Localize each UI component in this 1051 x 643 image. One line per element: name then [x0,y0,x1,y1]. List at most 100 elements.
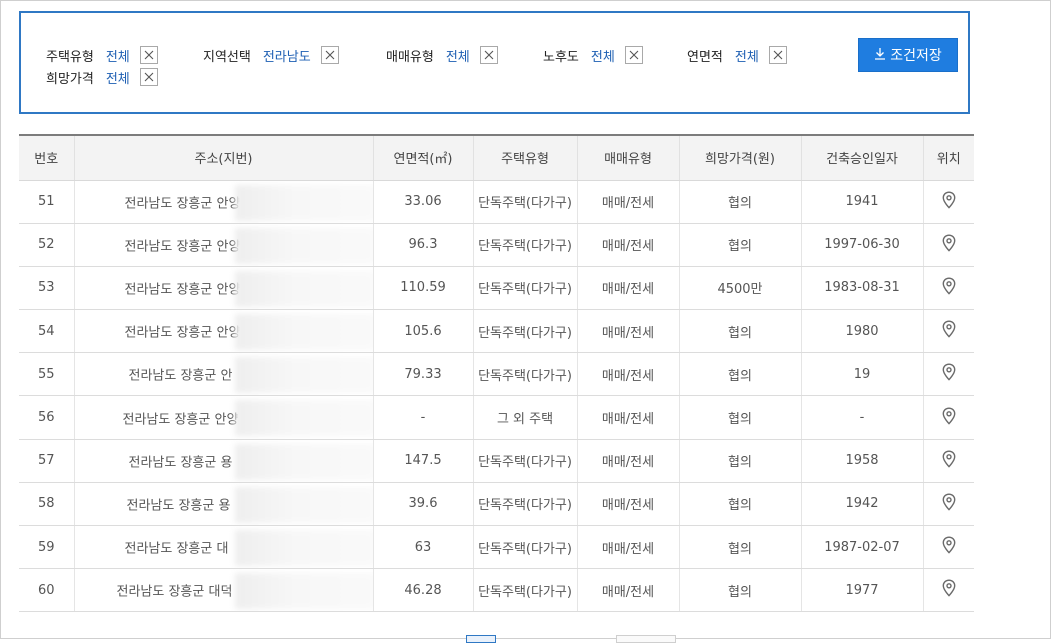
cell-house-type: 단독주택(다가구) [472,568,577,613]
cell-address: 전라남도 장흥군 대 [73,525,373,570]
redacted-address-blur [234,443,373,480]
cell-house-type: 단독주택(다가구) [472,180,577,224]
cell-house-type: 단독주택(다가구) [472,352,577,397]
cell-approval-date: 19 [800,352,923,397]
cell-approval-date: 1941 [800,180,923,224]
column-header-trade-type: 매매유형 [576,134,679,181]
location-pin-icon[interactable] [942,191,956,209]
close-icon[interactable] [320,46,339,64]
close-icon[interactable] [479,46,498,64]
cell-approval-date: 1942 [800,482,923,527]
close-icon[interactable] [624,46,643,64]
table-header-row: 번호 주소(지번) 연면적(㎡) 주택유형 매매유형 희망가격(원) 건축승인일… [19,134,974,181]
cell-price: 협의 [678,223,801,267]
location-pin-icon[interactable] [942,450,956,468]
redacted-address-blur [234,184,373,221]
column-header-address: 주소(지번) [73,134,373,181]
cell-location [922,525,974,570]
cell-address: 전라남도 장흥군 안양 [73,309,373,354]
location-pin-icon[interactable] [942,234,956,252]
filter-label: 매매유형 [386,49,434,65]
cell-house-type: 단독주택(다가구) [472,223,577,267]
cell-approval-date: 1983-08-31 [800,266,923,311]
cell-approval-date: 1980 [800,309,923,354]
cell-address: 전라남도 장흥군 안양 [73,266,373,311]
cell-floor-area: 110.59 [372,266,473,311]
close-icon[interactable] [139,46,158,64]
cell-approval-date: 1997-06-30 [800,223,923,267]
cell-floor-area: 33.06 [372,180,473,224]
cell-location [922,223,974,267]
search-filter-panel: 주택유형 전체 지역선택 전라남도 매매유형 전체 노후도 전체 연면적 전체 … [19,11,970,114]
cell-address: 전라남도 장흥군 안양 [73,395,373,440]
cell-number: 60 [19,568,74,613]
close-icon[interactable] [768,46,787,64]
cell-approval-date: - [800,395,923,440]
cell-price: 4500만 [678,266,801,311]
cell-price: 협의 [678,439,801,483]
cell-trade-type: 매매/전세 [576,482,679,527]
filter-value: 전체 [445,49,470,65]
filter-chip-floor-area: 연면적 전체 [687,44,787,66]
table-row[interactable]: 52 전라남도 장흥군 안양 96.3 단독주택(다가구) 매매/전세 협의 1997-06… [19,223,974,267]
address-text: 전라남도 장흥군 안 [128,368,233,384]
location-pin-icon[interactable] [942,363,956,381]
table-row[interactable]: 55 전라남도 장흥군 안 79.33 단독주택(다가구) 매매/전세 협의 19 [19,352,974,397]
filter-label: 연면적 [687,49,723,65]
table-row[interactable]: 59 전라남도 장흥군 대 63 단독주택(다가구) 매매/전세 협의 1987-02-07 [19,525,974,570]
cell-house-type: 단독주택(다가구) [472,482,577,527]
pagination-current-page[interactable] [466,635,496,643]
address-text: 전라남도 장흥군 대 [124,541,229,557]
location-pin-icon[interactable] [942,579,956,597]
location-pin-icon[interactable] [942,536,956,554]
cell-number: 59 [19,525,74,570]
table-row[interactable]: 54 전라남도 장흥군 안양 105.6 단독주택(다가구) 매매/전세 협의 1980 [19,309,974,354]
redacted-address-blur [234,530,373,566]
table-row[interactable]: 51 전라남도 장흥군 안양 33.06 단독주택(다가구) 매매/전세 협의 1941 [19,180,974,224]
filter-label: 주택유형 [46,49,94,65]
cell-house-type: 단독주택(다가구) [472,525,577,570]
cell-house-type: 단독주택(다가구) [472,309,577,354]
cell-floor-area: - [372,395,473,440]
filter-chip-age: 노후도 전체 [543,44,643,66]
cell-number: 51 [19,180,74,224]
cell-location [922,568,974,613]
cell-floor-area: 46.28 [372,568,473,613]
address-text: 전라남도 장흥군 안양 [124,282,241,298]
cell-number: 55 [19,352,74,397]
cell-price: 협의 [678,482,801,527]
cell-floor-area: 79.33 [372,352,473,397]
cell-trade-type: 매매/전세 [576,395,679,440]
cell-address: 전라남도 장흥군 안 [73,352,373,397]
cell-address: 전라남도 장흥군 용 [73,439,373,483]
save-button-label: 조건저장 [890,48,942,64]
location-pin-icon[interactable] [942,320,956,338]
cell-house-type: 단독주택(다가구) [472,266,577,311]
cell-approval-date: 1977 [800,568,923,613]
cell-trade-type: 매매/전세 [576,439,679,483]
filter-value: 전체 [590,49,615,65]
cell-floor-area: 63 [372,525,473,570]
table-row[interactable]: 53 전라남도 장흥군 안양 110.59 단독주택(다가구) 매매/전세 4500만 19… [19,266,974,311]
cell-house-type: 단독주택(다가구) [472,439,577,483]
cell-address: 전라남도 장흥군 안양 [73,223,373,267]
cell-trade-type: 매매/전세 [576,525,679,570]
location-pin-icon[interactable] [942,407,956,425]
location-pin-icon[interactable] [942,493,956,511]
cell-house-type: 그 외 주택 [472,395,577,440]
location-pin-icon[interactable] [942,277,956,295]
table-row[interactable]: 58 전라남도 장흥군 용 39.6 단독주택(다가구) 매매/전세 협의 1942 [19,482,974,527]
filter-chip-trade-type: 매매유형 전체 [386,44,498,66]
filter-value: 전라남도 [262,49,311,65]
table-row[interactable]: 56 전라남도 장흥군 안양 - 그 외 주택 매매/전세 협의 - [19,395,974,440]
close-icon[interactable] [139,68,158,86]
table-row[interactable]: 57 전라남도 장흥군 용 147.5 단독주택(다가구) 매매/전세 협의 1958 [19,439,974,483]
save-conditions-button[interactable]: 조건저장 [858,38,958,72]
table-row[interactable]: 60 전라남도 장흥군 대덕 46.28 단독주택(다가구) 매매/전세 협의 1977 [19,568,974,613]
column-header-floor-area: 연면적(㎡) [372,134,473,181]
address-text: 전라남도 장흥군 안양 [124,325,241,341]
filter-label: 지역선택 [203,49,251,65]
cell-location [922,309,974,354]
column-header-approval-date: 건축승인일자 [800,134,923,181]
pagination-next[interactable] [616,635,676,643]
